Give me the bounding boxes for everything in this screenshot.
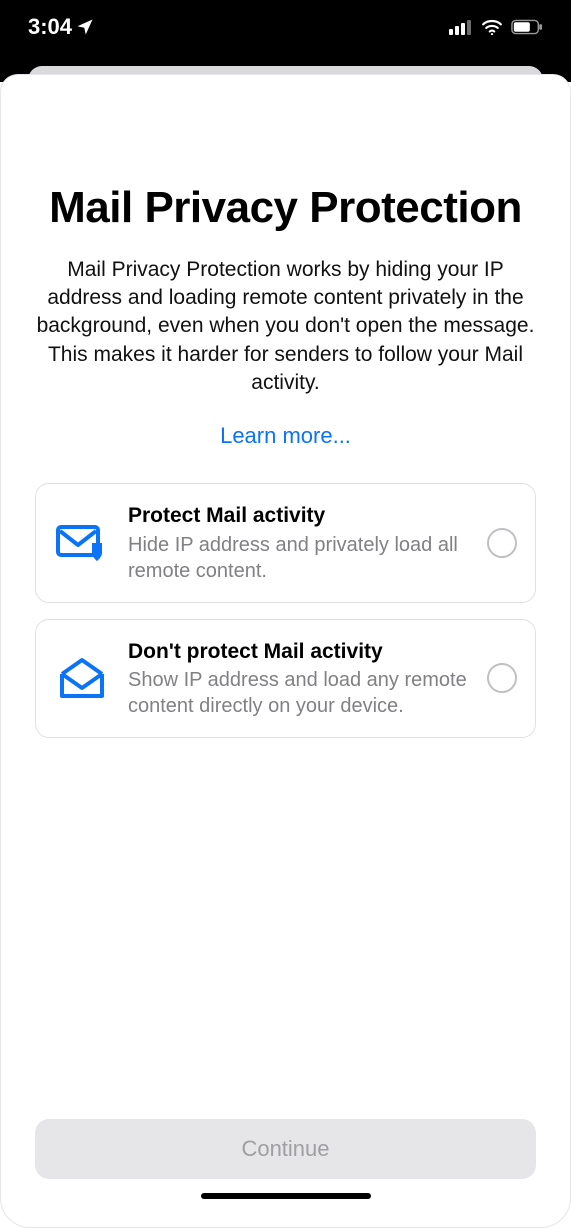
- option-dont-protect-title: Don't protect Mail activity: [128, 638, 469, 665]
- page-title: Mail Privacy Protection: [35, 183, 536, 234]
- envelope-open-icon: [54, 656, 110, 700]
- wifi-icon: [481, 19, 503, 35]
- cellular-icon: [449, 19, 473, 35]
- status-left: 3:04: [28, 14, 94, 40]
- radio-protect[interactable]: [487, 528, 517, 558]
- location-icon: [76, 18, 94, 36]
- option-protect-subtitle: Hide IP address and privately load all r…: [128, 532, 469, 584]
- learn-more-link[interactable]: Learn more...: [35, 423, 536, 449]
- home-indicator[interactable]: [201, 1193, 371, 1199]
- modal-sheet: Mail Privacy Protection Mail Privacy Pro…: [0, 74, 571, 1228]
- status-time: 3:04: [28, 14, 72, 40]
- radio-dont-protect[interactable]: [487, 663, 517, 693]
- status-bar: 3:04: [0, 0, 571, 54]
- battery-icon: [511, 19, 543, 35]
- option-protect[interactable]: Protect Mail activity Hide IP address an…: [35, 483, 536, 602]
- option-dont-protect-subtitle: Show IP address and load any remote cont…: [128, 667, 469, 719]
- option-dont-protect[interactable]: Don't protect Mail activity Show IP addr…: [35, 619, 536, 738]
- continue-button[interactable]: Continue: [35, 1119, 536, 1179]
- option-dont-protect-text: Don't protect Mail activity Show IP addr…: [128, 638, 469, 719]
- option-protect-text: Protect Mail activity Hide IP address an…: [128, 502, 469, 583]
- status-right: [449, 19, 543, 35]
- envelope-shield-icon: [54, 523, 110, 563]
- sheet-footer: Continue: [35, 1119, 536, 1227]
- option-protect-title: Protect Mail activity: [128, 502, 469, 529]
- options-list: Protect Mail activity Hide IP address an…: [35, 483, 536, 738]
- page-description: Mail Privacy Protection works by hiding …: [35, 256, 536, 398]
